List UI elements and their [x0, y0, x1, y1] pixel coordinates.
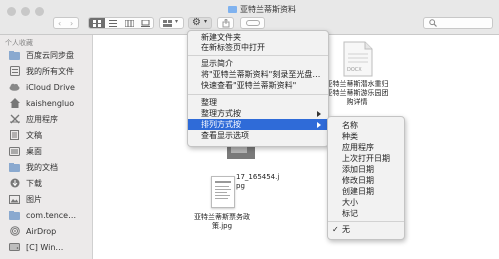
view-mode-control [88, 17, 154, 29]
tag-icon [246, 20, 260, 26]
sidebar-item-applications[interactable]: 应用程序 [0, 111, 92, 127]
submenu-item-date-modified[interactable]: 修改日期 [328, 175, 404, 186]
submenu-item-date-added[interactable]: 添加日期 [328, 164, 404, 175]
sidebar-item-baidu[interactable]: 百度云同步盘 [0, 47, 92, 63]
sidebar-item-all-files[interactable]: 我的所有文件 [0, 63, 92, 79]
sidebar-item-windows-drive[interactable]: [C] Win… [0, 239, 92, 255]
sidebar-item-icloud[interactable]: iCloud Drive [0, 79, 92, 95]
drive-icon [9, 242, 20, 252]
list-view-button[interactable] [105, 18, 121, 28]
submenu-item-tags[interactable]: 标记 [328, 208, 404, 219]
icon-view-button[interactable] [89, 18, 105, 28]
menu-separator [328, 221, 404, 222]
submenu-item-name[interactable]: 名称 [328, 120, 404, 131]
context-menu: 新建文件夹 在新标签页中打开 显示简介 将"亚特兰蒂斯资料"刻录至光盘… 快速查… [187, 30, 329, 147]
menu-item-clean-up-by[interactable]: 整理方式按 [188, 108, 328, 119]
text-line [215, 186, 229, 187]
tags-button[interactable] [240, 17, 265, 29]
gear-icon: ⚙ [192, 17, 201, 28]
folder-icon [9, 50, 20, 60]
airdrop-icon [9, 226, 20, 236]
cloud-icon [9, 82, 20, 92]
back-forward-buttons: ‹ › [53, 17, 79, 29]
text-line [215, 198, 228, 199]
text-line [215, 192, 227, 193]
home-icon [9, 98, 20, 108]
sidebar-item-desktop[interactable]: 桌面 [0, 143, 92, 159]
submenu-item-size[interactable]: 大小 [328, 197, 404, 208]
submenu-arrow-icon [317, 122, 321, 128]
docx-file-item[interactable]: DOCX [338, 41, 378, 79]
search-field[interactable] [423, 17, 493, 29]
menu-item-get-info[interactable]: 显示简介 [188, 58, 328, 69]
sidebar-item-airdrop[interactable]: AirDrop [0, 223, 92, 239]
text-line [215, 195, 230, 196]
list-icon [109, 19, 117, 27]
chevron-down-icon: ▾ [175, 18, 179, 25]
text-line [215, 189, 231, 190]
column-view-button[interactable] [121, 18, 137, 28]
menu-item-burn-to-disc[interactable]: 将"亚特兰蒂斯资料"刻录至光盘… [188, 69, 328, 80]
menu-item-view-options[interactable]: 查看显示选项 [188, 130, 328, 141]
arrange-icon [163, 19, 172, 27]
minimize-window-button[interactable] [21, 7, 30, 16]
folder-icon [9, 210, 20, 220]
sidebar-item-pictures[interactable]: 图片 [0, 191, 92, 207]
all-files-icon [9, 66, 20, 76]
sort-by-submenu: 名称 种类 应用程序 上次打开日期 添加日期 修改日期 创建日期 大小 标记 ✓… [327, 116, 405, 240]
menu-item-quick-look[interactable]: 快速查看"亚特兰蒂斯资料" [188, 80, 328, 91]
document-icon [9, 130, 20, 140]
sidebar: 个人收藏 百度云同步盘 我的所有文件 iCloud Drive kaisheng… [0, 35, 93, 259]
file-name-label: 亚特兰蒂斯票务政策.jpg [194, 213, 250, 230]
share-icon [222, 18, 230, 27]
action-button[interactable]: ⚙ ▾ [188, 17, 212, 29]
chevron-down-icon: ▾ [204, 18, 208, 25]
menu-item-sort-by[interactable]: 排列方式按 [188, 119, 328, 130]
submenu-item-date-created[interactable]: 创建日期 [328, 186, 404, 197]
share-button[interactable] [217, 17, 234, 29]
sidebar-item-downloads[interactable]: 下载 [0, 175, 92, 191]
search-icon [429, 19, 437, 27]
sidebar-item-documents[interactable]: 文稿 [0, 127, 92, 143]
close-window-button[interactable] [7, 7, 16, 16]
columns-icon [124, 19, 134, 27]
cover-flow-icon [140, 19, 150, 27]
back-button[interactable]: ‹ [58, 19, 61, 28]
download-icon [9, 178, 20, 188]
folder-icon [228, 6, 237, 13]
file-name-label: 亚特兰蒂斯潜水重归亚特兰蒂斯游乐园团购详情 [325, 80, 389, 106]
menu-separator [188, 94, 328, 95]
submenu-arrow-icon [317, 111, 321, 117]
arrange-button[interactable]: ▾ [159, 17, 184, 29]
zoom-window-button[interactable] [35, 7, 44, 16]
menu-item-open-new-tab[interactable]: 在新标签页中打开 [188, 42, 328, 53]
file-type-badge: DOCX [347, 67, 362, 73]
submenu-item-none[interactable]: ✓ 无 [328, 224, 404, 235]
menu-separator [188, 55, 328, 56]
grid-icon [93, 19, 101, 27]
window-title: 亚特兰蒂斯资料 [228, 4, 296, 15]
menu-item-clean-up[interactable]: 整理 [188, 97, 328, 108]
forward-button[interactable]: › [70, 19, 73, 28]
sidebar-item-my-docs[interactable]: 我的文档 [0, 159, 92, 175]
folder-icon [9, 162, 20, 172]
image-file-item[interactable] [211, 176, 235, 208]
cover-flow-button[interactable] [137, 18, 153, 28]
sidebar-item-tencent[interactable]: com.tence… [0, 207, 92, 223]
file-name-label: 17_165454.j pg [236, 173, 280, 190]
applications-icon [9, 114, 20, 124]
pictures-icon [9, 194, 20, 204]
document-icon [215, 181, 231, 183]
submenu-item-kind[interactable]: 种类 [328, 131, 404, 142]
checkmark-icon: ✓ [332, 225, 339, 234]
desktop-icon [9, 146, 20, 156]
sidebar-item-home[interactable]: kaishengluo [0, 95, 92, 111]
submenu-item-application[interactable]: 应用程序 [328, 142, 404, 153]
submenu-item-last-opened[interactable]: 上次打开日期 [328, 153, 404, 164]
